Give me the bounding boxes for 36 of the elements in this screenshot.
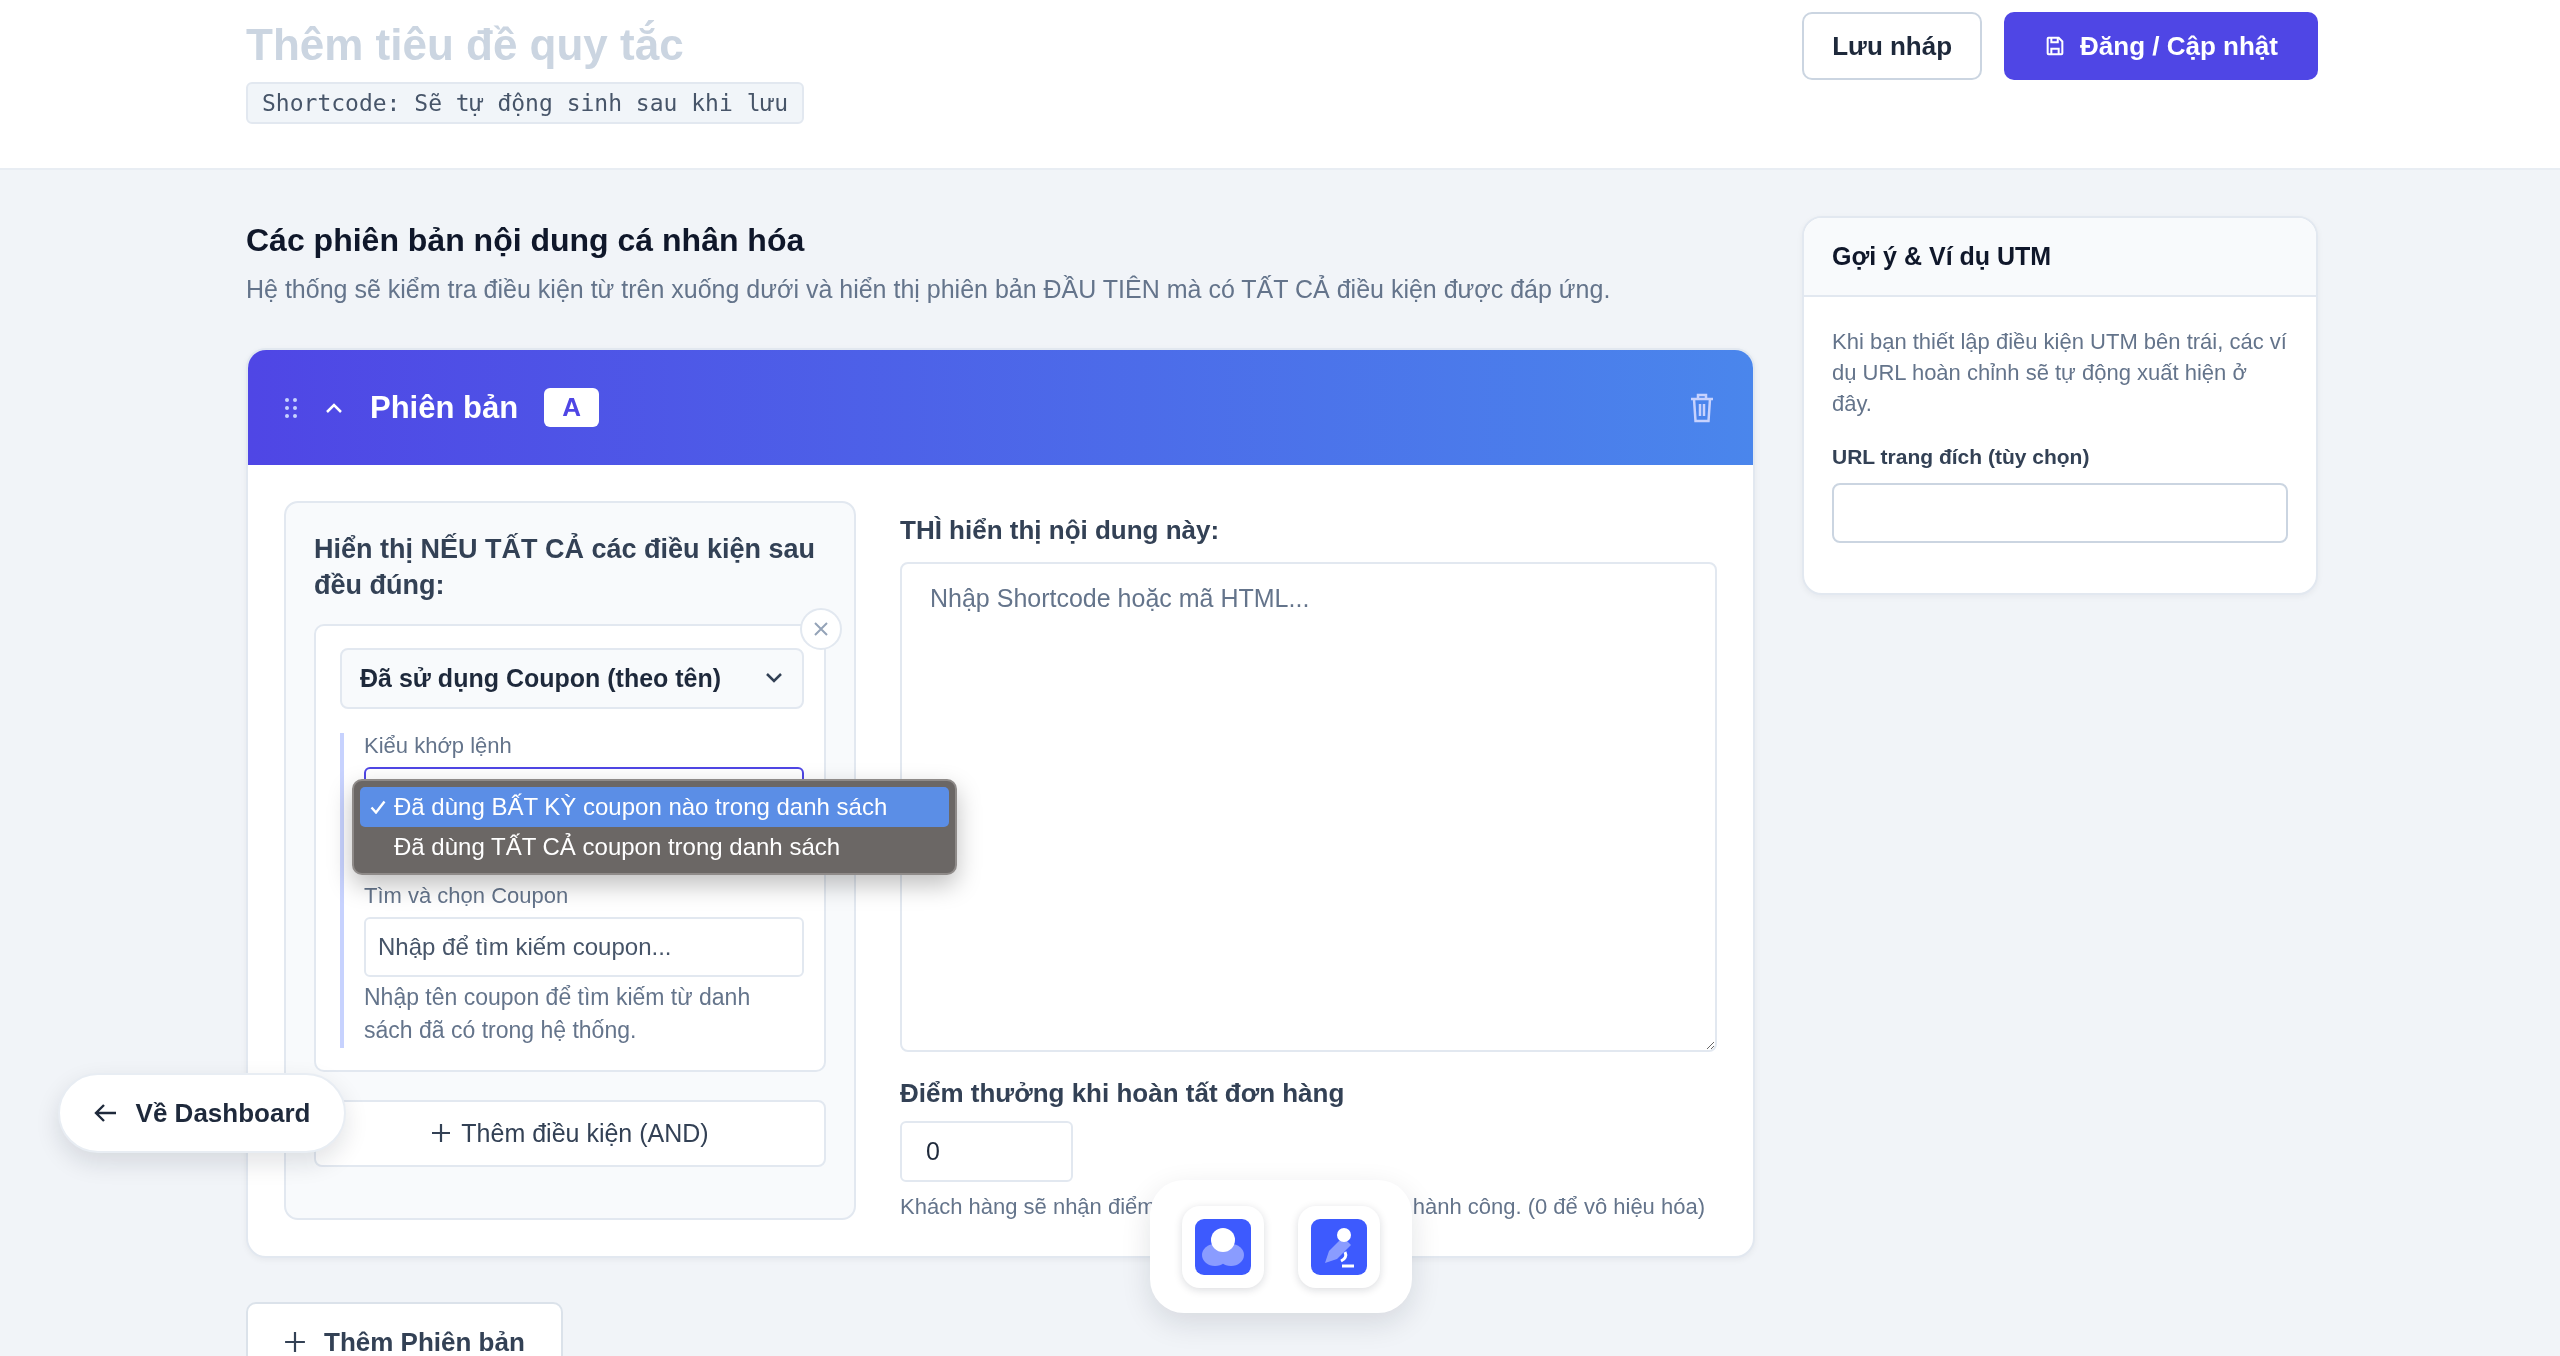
circles-app-icon[interactable] <box>1182 1205 1264 1288</box>
conditions-heading: Hiển thị NẾU TẤT CẢ các điều kiện sau đều đúng: <box>314 532 817 603</box>
plus-icon <box>284 1331 306 1353</box>
drag-handle-icon[interactable] <box>284 396 298 419</box>
plus-icon <box>431 1123 452 1144</box>
publish-button[interactable]: Đăng / Cập nhật <box>2004 12 2318 80</box>
version-title: Phiên bản <box>370 389 519 426</box>
condition-type-select[interactable]: Đã sử dụng Coupon (theo tên) <box>340 647 804 709</box>
section-title: Các phiên bản nội dung cá nhân hóa <box>246 222 806 259</box>
trash-icon[interactable] <box>1689 392 1715 423</box>
content-label: THÌ hiển thị nội dung này: <box>900 515 1221 546</box>
points-label: Điểm thưởng khi hoàn tất đơn hàng <box>900 1078 1346 1109</box>
remove-condition-button[interactable] <box>800 607 842 650</box>
add-version-button[interactable]: Thêm Phiên bản <box>246 1302 563 1356</box>
utm-help-text: Khi bạn thiết lập điều kiện UTM bên trái, các ví dụ URL hoàn chỉnh sẽ tự động xuất hiện ở đây. <box>1832 328 2288 418</box>
add-condition-button[interactable]: Thêm điều kiện (AND) <box>314 1099 826 1167</box>
content-field[interactable]: Nhập Shortcode hoặc mã HTML... <box>900 562 1717 1052</box>
save-draft-button[interactable]: Lưu nháp <box>1802 12 1983 80</box>
utm-card-title: Gợi ý & Ví dụ UTM <box>1832 242 2052 270</box>
url-field[interactable] <box>1832 483 2288 544</box>
version-badge: A <box>544 388 599 427</box>
coupon-help-text: Nhập tên coupon để tìm kiếm từ danh sách đã có trong hệ thống. <box>364 982 752 1046</box>
shortcode-label: Shortcode: Sẽ tự động sinh sau khi lưu <box>246 82 805 124</box>
close-icon <box>813 620 829 637</box>
checkmark-icon <box>370 799 386 814</box>
section-description: Hệ thống sẽ kiểm tra điều kiện từ trên xuống dưới và hiển thị phiên bản ĐẦU TIÊN mà có TẤT CẢ điều kiện được đáp ứng. <box>246 275 1612 304</box>
coupon-search-field[interactable]: Nhập để tìm kiếm coupon... <box>364 916 804 977</box>
url-label: URL trang đích (tùy chọn) <box>1832 445 2091 470</box>
chevron-down-icon <box>764 672 784 685</box>
points-help-text: hành công. (0 để vô hiệu hóa) <box>1412 1194 1705 1220</box>
match-type-label: Kiểu khớp lệnh <box>364 732 513 759</box>
back-button[interactable]: Về Dashboard <box>58 1073 346 1153</box>
points-field[interactable]: 0 <box>900 1121 1073 1182</box>
pen-app-icon[interactable] <box>1298 1205 1380 1288</box>
arrow-left-icon <box>93 1103 118 1123</box>
coupon-label: Tìm và chọn Coupon <box>364 882 570 909</box>
